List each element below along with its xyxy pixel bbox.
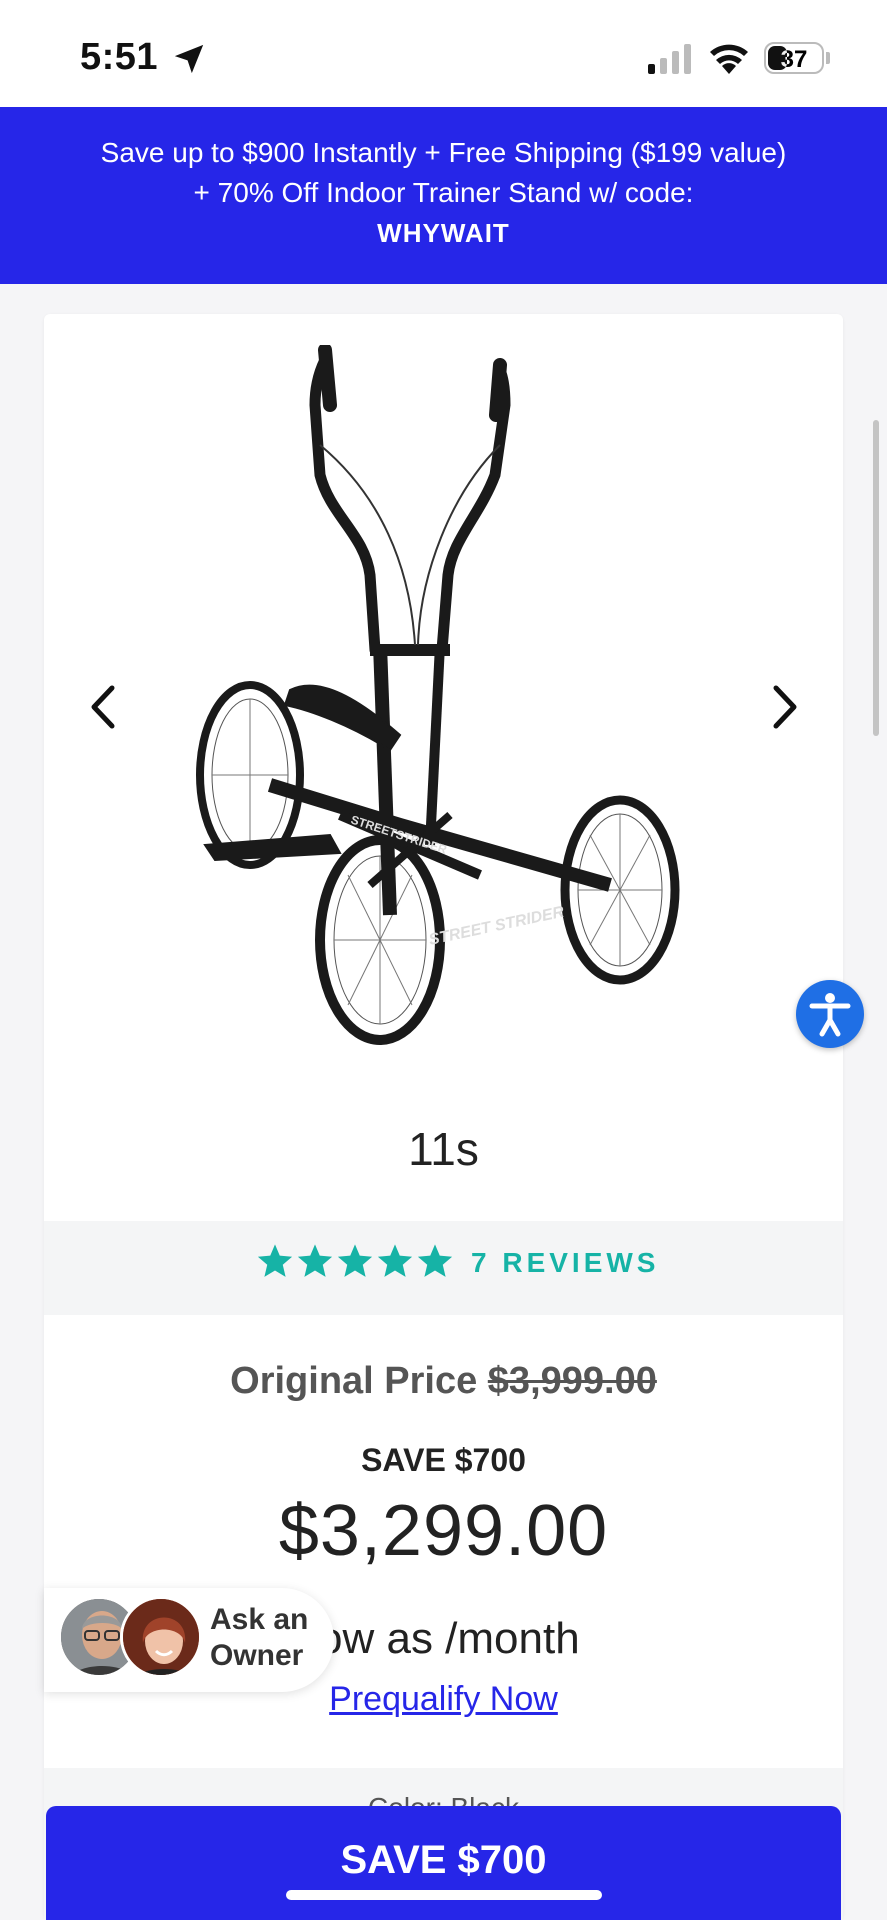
status-bar: 5:51 37 xyxy=(0,0,887,107)
rating-stars[interactable] xyxy=(256,1242,454,1282)
location-arrow-icon xyxy=(174,44,204,74)
ask-owner-line2: Owner xyxy=(210,1639,304,1672)
savings-label: SAVE $700 xyxy=(361,1442,526,1478)
promo-banner[interactable]: Save up to $900 Instantly + Free Shippin… xyxy=(0,107,887,284)
scrollbar[interactable] xyxy=(873,420,879,736)
battery-indicator: 37 xyxy=(764,42,824,74)
original-price-label: Original Price xyxy=(230,1360,478,1402)
save-cta-button[interactable]: SAVE $700 xyxy=(46,1806,841,1920)
star-icon xyxy=(297,1244,333,1277)
accessibility-button[interactable] xyxy=(796,980,864,1048)
ask-owner-widget[interactable]: Ask an Owner xyxy=(44,1588,334,1692)
avatar-woman-icon xyxy=(123,1599,199,1675)
accessibility-icon xyxy=(809,993,851,1037)
chevron-left-icon[interactable] xyxy=(82,680,126,734)
star-icon xyxy=(337,1244,373,1277)
product-model-name: 11s xyxy=(408,1123,479,1175)
financing-text: ow as /month xyxy=(318,1614,580,1663)
wifi-icon xyxy=(710,44,748,74)
sale-price: $3,299.00 xyxy=(278,1491,609,1571)
chevron-right-icon[interactable] xyxy=(762,680,806,734)
product-image[interactable]: STREETSTRIDER STREET STRIDER xyxy=(180,345,700,1065)
star-icon xyxy=(257,1244,293,1277)
star-icon xyxy=(377,1244,413,1277)
cellular-signal-icon xyxy=(648,44,691,74)
svg-text:STREET STRIDER: STREET STRIDER xyxy=(427,904,566,949)
home-indicator xyxy=(286,1890,602,1900)
battery-percent: 37 xyxy=(780,46,808,73)
ask-owner-line1: Ask an xyxy=(210,1603,309,1636)
promo-text: Save up to $900 Instantly + Free Shippin… xyxy=(100,137,787,208)
promo-code: WHYWAIT xyxy=(377,218,510,248)
avatar xyxy=(120,1596,202,1678)
ask-owner-label: Ask an Owner xyxy=(210,1602,308,1674)
star-icon xyxy=(417,1244,453,1277)
original-price-value: $3,999.00 xyxy=(487,1360,657,1402)
battery-cap xyxy=(826,52,830,64)
original-price: Original Price $3,999.00 xyxy=(0,1360,887,1403)
reviews-link[interactable]: 7 REVIEWS xyxy=(471,1247,659,1279)
status-time: 5:51 xyxy=(80,36,159,78)
